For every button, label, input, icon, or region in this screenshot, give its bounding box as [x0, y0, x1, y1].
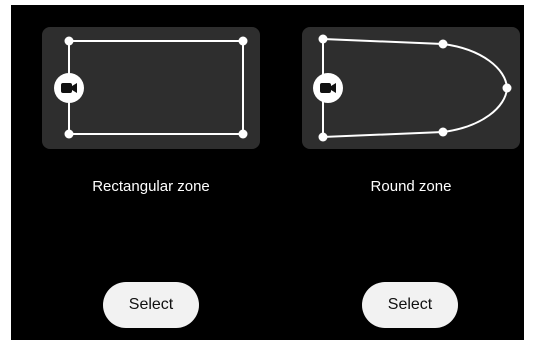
frame-left-edge [0, 0, 11, 344]
zone-handle-top-left [64, 36, 74, 46]
select-rectangular-zone-button[interactable]: Select [103, 282, 199, 328]
zone-selection-screen: Rectangular zone Round zone Select Selec… [0, 0, 533, 344]
rectangular-zone-preview [42, 27, 260, 149]
round-zone-diagram [313, 34, 512, 142]
select-round-zone-button[interactable]: Select [362, 282, 458, 328]
zone-handle-top-mid [438, 39, 448, 49]
frame-right-edge [524, 0, 533, 344]
round-zone-option [302, 27, 520, 149]
frame-bottom-edge [0, 340, 533, 344]
rectangular-zone-diagram [54, 36, 248, 139]
camera-icon [313, 73, 343, 103]
zone-handle-bottom-mid [438, 127, 448, 137]
rectangular-zone-outline [68, 40, 244, 135]
round-zone-label: Round zone [370, 178, 452, 195]
zone-handle-bottom-right [238, 129, 248, 139]
zone-handle-bottom-left [318, 132, 328, 142]
frame-top-edge [0, 0, 533, 5]
rectangular-zone-label: Rectangular zone [92, 178, 210, 195]
round-zone-outline [322, 37, 509, 139]
zone-handle-bottom-left [64, 129, 74, 139]
zone-handle-top-left [318, 34, 328, 44]
rectangular-zone-option [42, 27, 260, 149]
zone-handle-top-right [238, 36, 248, 46]
camera-icon [54, 73, 84, 103]
zone-handle-right [502, 83, 512, 93]
round-zone-preview [302, 27, 520, 149]
